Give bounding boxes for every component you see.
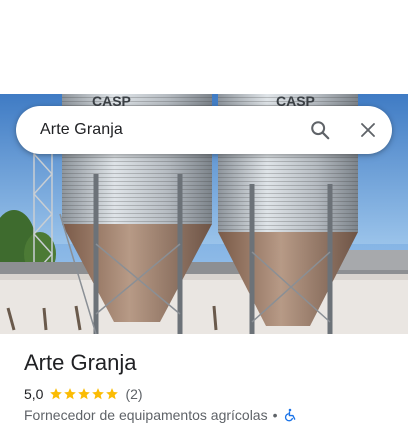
star-icon xyxy=(78,388,91,400)
star-icon xyxy=(106,388,119,400)
star-rating xyxy=(49,387,119,401)
separator-dot: • xyxy=(272,407,278,423)
search-input[interactable]: Arte Granja xyxy=(40,121,296,139)
star-icon xyxy=(50,388,63,400)
rating-value: 5,0 xyxy=(24,386,44,402)
close-icon[interactable] xyxy=(344,106,392,154)
search-icon[interactable] xyxy=(296,106,344,154)
place-title: Arte Granja xyxy=(24,350,137,375)
star-icon xyxy=(64,388,77,400)
search-bar[interactable]: Arte Granja xyxy=(16,106,392,154)
review-count[interactable]: (2) xyxy=(125,386,142,402)
top-blank-area xyxy=(0,0,408,94)
category-row: Fornecedor de equipamentos agrícolas • xyxy=(24,407,297,423)
wheelchair-icon[interactable] xyxy=(283,408,297,422)
place-category: Fornecedor de equipamentos agrícolas xyxy=(24,407,268,423)
rating-row[interactable]: 5,0 (2) xyxy=(24,386,143,402)
star-icon xyxy=(92,388,105,400)
